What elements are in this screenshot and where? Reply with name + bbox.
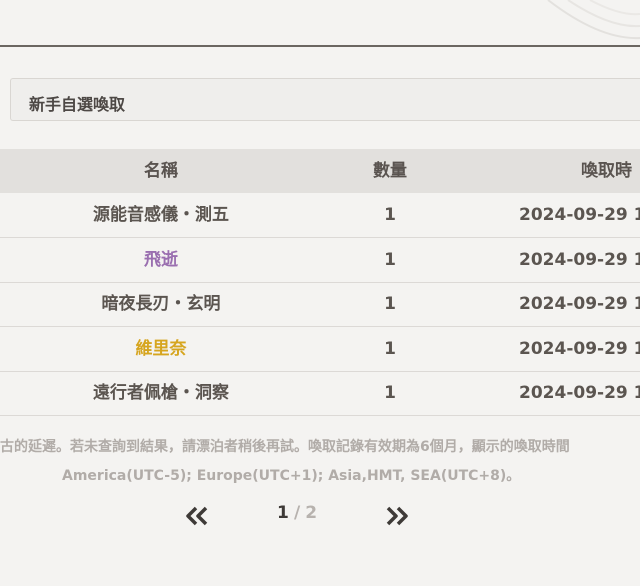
- next-page-button[interactable]: [384, 505, 410, 527]
- item-name: 遠行者佩槍・洞察: [93, 383, 229, 403]
- item-name: 暗夜長刃・玄明: [101, 294, 221, 314]
- table-row: 暗夜長刃・玄明 1 2024-09-29 1: [0, 282, 640, 327]
- item-name: 維里奈: [135, 339, 187, 359]
- notice-line-1: 古的延遲。若未查詢到結果，請漂泊者稍後再試。喚取記錄有效期為6個月，顯示的喚取時…: [0, 439, 570, 455]
- item-quantity: 1: [384, 205, 396, 225]
- table-row: 維里奈 1 2024-09-29 1: [0, 327, 640, 372]
- total-pages: 2: [305, 503, 318, 523]
- current-page: 1: [277, 503, 289, 523]
- header-name: 名稱: [144, 161, 178, 181]
- item-name: 飛逝: [144, 250, 178, 270]
- table-row: 遠行者佩槍・洞察 1 2024-09-29 1: [0, 371, 640, 416]
- item-name: 源能音感儀・測五: [93, 205, 229, 225]
- top-divider: [0, 45, 640, 47]
- item-time: 2024-09-29 1: [519, 250, 640, 270]
- table-header: 名稱 數量 喚取時: [0, 149, 640, 193]
- header-time: 喚取時: [581, 161, 632, 181]
- item-time: 2024-09-29 1: [519, 339, 640, 359]
- page-separator: /: [293, 503, 301, 523]
- item-quantity: 1: [384, 383, 396, 403]
- item-time: 2024-09-29 1: [519, 294, 640, 314]
- table-row: 飛逝 1 2024-09-29 1: [0, 238, 640, 283]
- header-quantity: 數量: [373, 161, 407, 181]
- pull-type-select[interactable]: 新手自選喚取: [10, 78, 640, 121]
- page-indicator: 1 / 2: [277, 503, 317, 529]
- pull-type-selected-label: 新手自選喚取: [29, 95, 126, 114]
- item-quantity: 1: [384, 339, 396, 359]
- item-time: 2024-09-29 1: [519, 205, 640, 225]
- item-time: 2024-09-29 1: [519, 383, 640, 403]
- double-chevron-right-icon: [386, 506, 408, 526]
- item-quantity: 1: [384, 294, 396, 314]
- item-quantity: 1: [384, 250, 396, 270]
- decorative-arcs: [547, 0, 640, 40]
- prev-page-button[interactable]: [184, 505, 210, 527]
- table-row: 源能音感儀・測五 1 2024-09-29 1: [0, 193, 640, 238]
- notice-line-2: America(UTC-5); Europe(UTC+1); Asia,HMT,…: [62, 468, 521, 484]
- double-chevron-left-icon: [186, 506, 208, 526]
